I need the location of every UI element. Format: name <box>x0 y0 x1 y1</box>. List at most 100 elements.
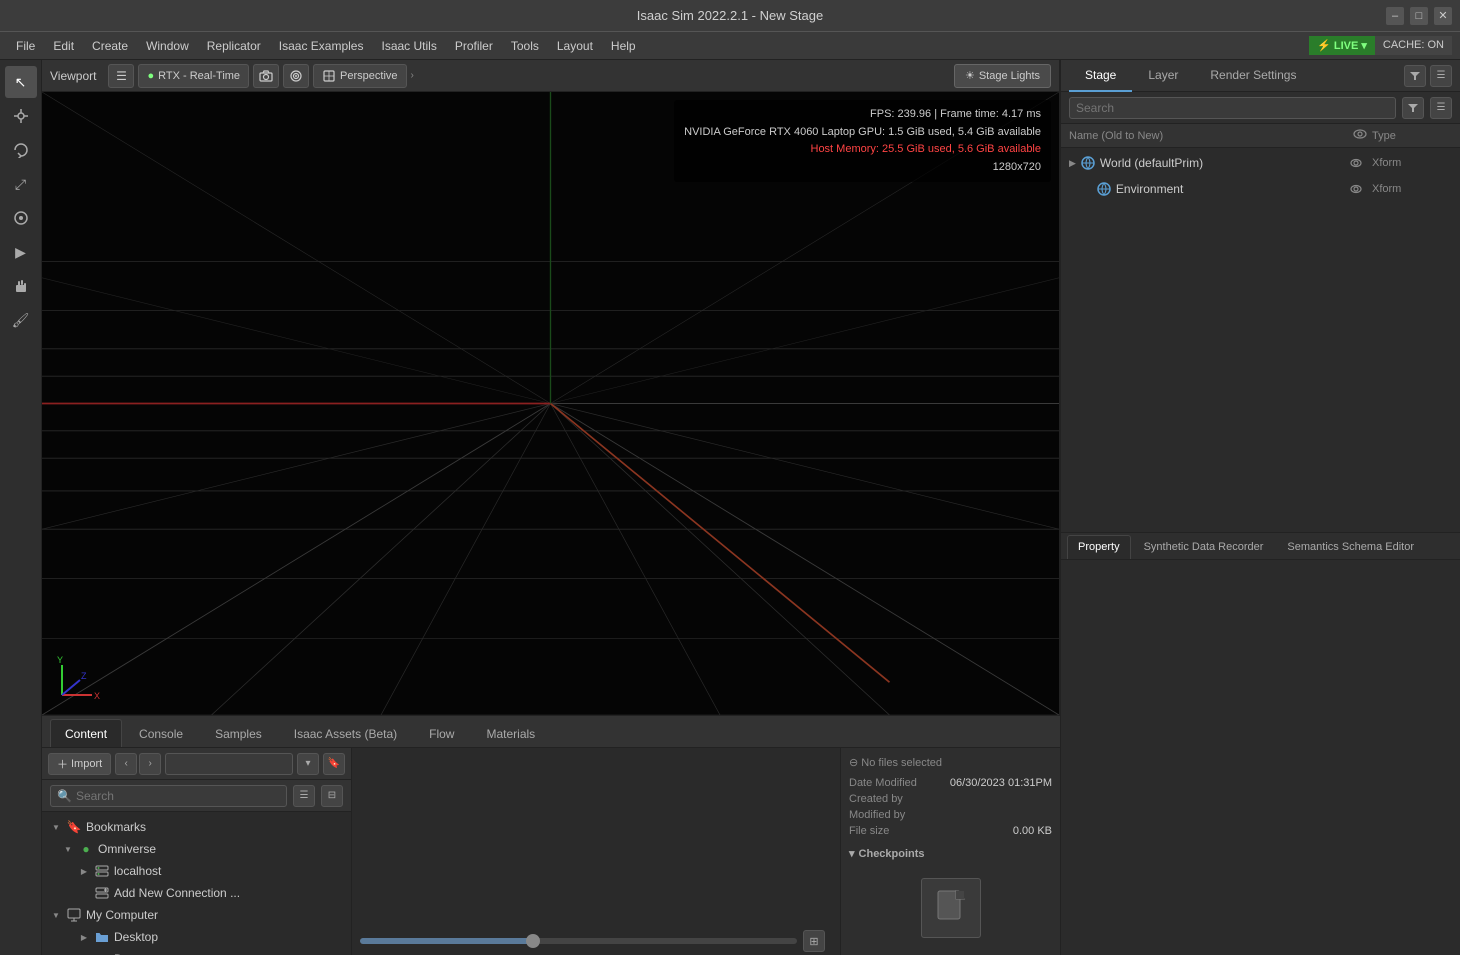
tab-layer[interactable]: Layer <box>1132 60 1194 92</box>
content-sidebar: ＋ Import ‹ › ▾ <box>42 748 352 955</box>
bookmark-button[interactable]: 🔖 <box>323 753 345 775</box>
audio-button[interactable] <box>283 64 309 88</box>
stage-lights-wrapper: ☀ Stage Lights <box>954 64 1051 88</box>
checkpoints-section: ▾ Checkpoints <box>849 847 1052 946</box>
menu-file[interactable]: File <box>8 36 43 56</box>
stage-search-filter-button[interactable] <box>1402 97 1424 119</box>
viewport-menu-button[interactable]: ☰ <box>108 64 134 88</box>
play-button[interactable]: ▶ <box>5 236 37 268</box>
stage-lights-label: Stage Lights <box>979 70 1040 82</box>
rtx-label: RTX - Real-Time <box>158 70 240 82</box>
import-label: Import <box>71 758 102 770</box>
path-dropdown-button[interactable]: ▾ <box>297 753 319 775</box>
stage-columns-button[interactable]: ☰ <box>1430 97 1452 119</box>
toggle-icon: ▼ <box>50 909 62 921</box>
import-button[interactable]: ＋ Import <box>48 753 111 775</box>
menu-help[interactable]: Help <box>603 36 644 56</box>
tab-materials[interactable]: Materials <box>471 719 550 747</box>
list-view-button[interactable]: ☰ <box>293 785 315 807</box>
menu-layout[interactable]: Layout <box>549 36 601 56</box>
live-badge[interactable]: ⚡ LIVE ▾ <box>1309 36 1375 55</box>
tab-flow[interactable]: Flow <box>414 719 469 747</box>
left-toolbar: ↖ ⤢ ▶ <box>0 60 42 955</box>
move-tool-button[interactable] <box>5 100 37 132</box>
grab-tool-button[interactable] <box>5 270 37 302</box>
forward-button[interactable]: › <box>139 753 161 775</box>
checkpoints-chevron-icon[interactable]: ▾ <box>849 847 855 860</box>
add-connection-label: Add New Connection ... <box>114 886 240 900</box>
rotate-tool-button[interactable] <box>5 134 37 166</box>
window-title: Isaac Sim 2022.2.1 - New Stage <box>637 8 823 23</box>
viewport-canvas[interactable]: X Y Z FPS: 239.96 | Frame time: 4.17 ms … <box>42 92 1059 715</box>
stage-row-world[interactable]: ▶ World (defaultPrim) <box>1061 150 1460 176</box>
folder-icon <box>94 951 110 955</box>
tree-item-add-connection[interactable]: ▶ Add New <box>42 882 351 904</box>
toggle-icon: ▶ <box>78 931 90 943</box>
environment-visibility[interactable] <box>1344 182 1368 196</box>
stage-lights-button[interactable]: ☀ Stage Lights <box>954 64 1051 88</box>
tree-item-localhost[interactable]: ▶ localhos <box>42 860 351 882</box>
tab-stage[interactable]: Stage <box>1069 60 1132 92</box>
tree-item-mycomputer[interactable]: ▼ My Computer <box>42 904 351 926</box>
stage-row-environment[interactable]: ▶ Environment <box>1061 176 1460 202</box>
property-content <box>1061 560 1460 955</box>
tab-console[interactable]: Console <box>124 719 198 747</box>
filter-button[interactable]: ⊟ <box>321 785 343 807</box>
rtx-realtime-button[interactable]: ● RTX - Real-Time <box>138 64 249 88</box>
stage-search-input[interactable] <box>1069 97 1396 119</box>
live-dropdown-icon[interactable]: ▾ <box>1361 39 1367 52</box>
camera-options-button[interactable] <box>253 64 279 88</box>
world-row-name: ▶ World (defaultPrim) <box>1069 155 1340 171</box>
menu-replicator[interactable]: Replicator <box>199 36 269 56</box>
menu-isaac-utils[interactable]: Isaac Utils <box>373 36 444 56</box>
menu-edit[interactable]: Edit <box>45 36 82 56</box>
stage-filter-button[interactable] <box>1404 65 1426 87</box>
search-input[interactable] <box>76 789 280 803</box>
scale-tool-button[interactable]: ⤢ <box>5 168 37 200</box>
back-button[interactable]: ‹ <box>115 753 137 775</box>
tree-item-documents[interactable]: ▶ Documents <box>42 948 351 955</box>
bottom-content: ＋ Import ‹ › ▾ <box>42 748 1060 955</box>
perspective-grid <box>42 92 1059 715</box>
menu-window[interactable]: Window <box>138 36 197 56</box>
menu-isaac-examples[interactable]: Isaac Examples <box>271 36 372 56</box>
tree-item-desktop[interactable]: ▶ Desktop <box>42 926 351 948</box>
menu-create[interactable]: Create <box>84 36 136 56</box>
viewport-plus-bottom: Viewport ☰ ● RTX - Real-Time <box>42 60 1060 955</box>
menu-tools[interactable]: Tools <box>503 36 547 56</box>
computer-icon <box>66 907 82 923</box>
tree-item-omniverse[interactable]: ▼ ● Omniverse <box>42 838 351 860</box>
grid-view-button[interactable]: ⊞ <box>803 930 825 952</box>
slider-handle[interactable] <box>526 934 540 948</box>
paint-tool-button[interactable]: 🖌 <box>5 304 37 336</box>
tree-item-bookmarks[interactable]: ▼ 🔖 Bookmarks <box>42 816 351 838</box>
no-files-header: ⊖ No files selected <box>849 756 1052 769</box>
tab-synthetic-data-recorder[interactable]: Synthetic Data Recorder <box>1133 535 1275 559</box>
content-search-bar: 🔍 ☰ ⊟ <box>42 780 351 812</box>
tab-property[interactable]: Property <box>1067 535 1131 559</box>
toggle-icon: ▶ <box>78 865 90 877</box>
content-toolbar: ＋ Import ‹ › ▾ <box>42 748 351 780</box>
bookmark-folder-icon: 🔖 <box>66 819 82 835</box>
stage-search-area: ☰ <box>1061 92 1460 124</box>
minimize-button[interactable]: – <box>1386 7 1404 25</box>
perspective-button[interactable]: Perspective <box>313 64 406 88</box>
transform-tool-button[interactable] <box>5 202 37 234</box>
slider-track[interactable] <box>360 938 797 944</box>
world-type: Xform <box>1372 157 1452 169</box>
restore-button[interactable]: □ <box>1410 7 1428 25</box>
tab-isaac-assets[interactable]: Isaac Assets (Beta) <box>279 719 412 747</box>
file-info-modified: Modified by <box>849 809 1052 821</box>
tab-semantics-schema-editor[interactable]: Semantics Schema Editor <box>1276 535 1425 559</box>
stage-menu-button[interactable]: ☰ <box>1430 65 1452 87</box>
world-visibility[interactable] <box>1344 156 1368 170</box>
close-button[interactable]: ✕ <box>1434 7 1452 25</box>
file-tree: ▼ 🔖 Bookmarks ▼ ● Omniverse <box>42 812 351 955</box>
tab-render-settings[interactable]: Render Settings <box>1194 60 1312 92</box>
menu-profiler[interactable]: Profiler <box>447 36 501 56</box>
tab-samples[interactable]: Samples <box>200 719 277 747</box>
select-tool-button[interactable]: ↖ <box>5 66 37 98</box>
file-info-created: Created by <box>849 793 1052 805</box>
hud-resolution: 1280x720 <box>684 159 1041 177</box>
tab-content[interactable]: Content <box>50 719 122 747</box>
